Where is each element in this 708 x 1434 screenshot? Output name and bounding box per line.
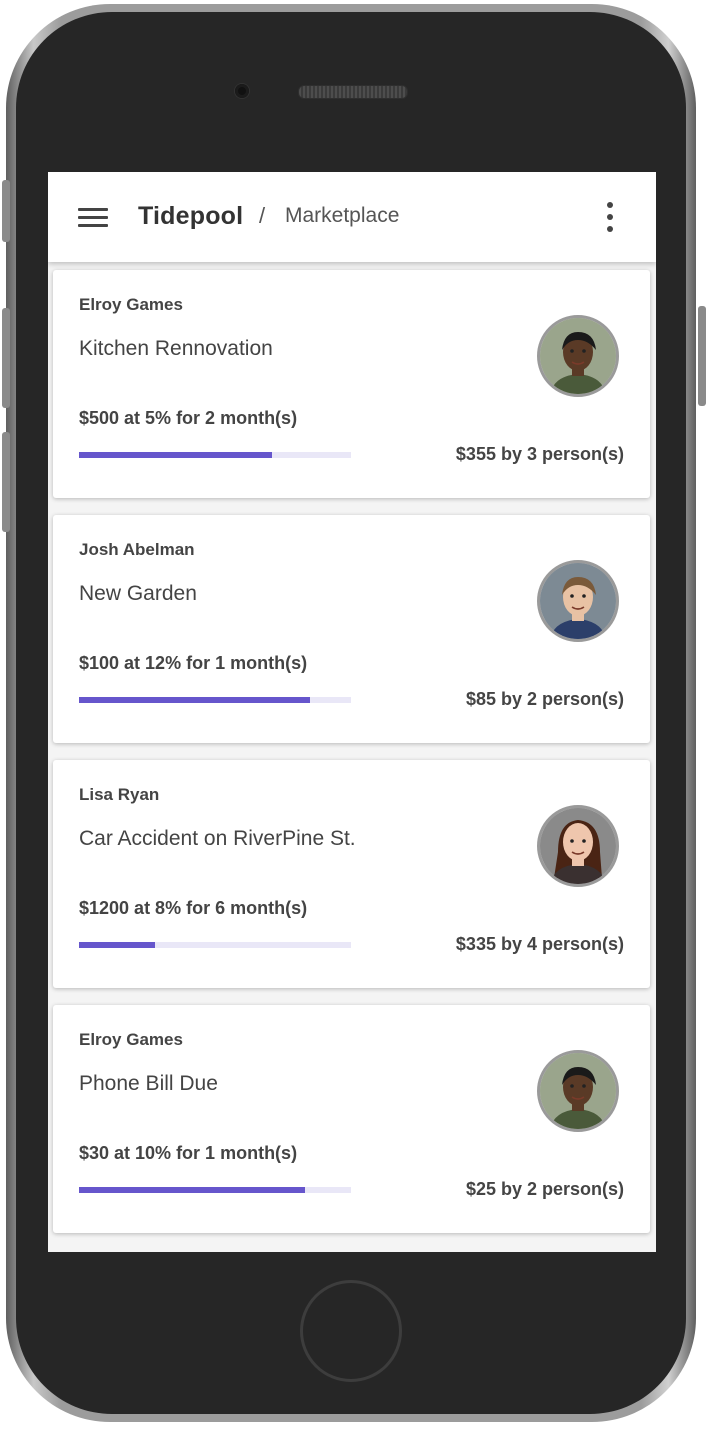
loan-title: New Garden: [79, 582, 197, 605]
funding-progress-fill: [79, 452, 273, 458]
loan-owner[interactable]: Josh Abelman: [79, 540, 195, 560]
loan-card[interactable]: Elroy Games Phone Bill Due $30 at 10% fo…: [53, 1005, 650, 1233]
loan-terms: $100 at 12% for 1 month(s): [79, 653, 308, 673]
loan-raised: $85 by 2 person(s): [465, 689, 624, 709]
funding-progress-fill: [79, 942, 156, 948]
volume-up-button: [2, 308, 10, 408]
loan-terms: $1200 at 8% for 6 month(s): [79, 898, 308, 918]
funding-progress-bar: [79, 697, 351, 703]
avatar[interactable]: [537, 1050, 619, 1132]
loan-title: Phone Bill Due: [79, 1072, 218, 1095]
power-button: [698, 306, 706, 406]
app-screen: Tidepool / Marketplace Elroy Games Kitch…: [48, 172, 656, 1252]
loan-raised: $335 by 4 person(s): [455, 934, 624, 954]
avatar[interactable]: [537, 560, 619, 642]
funding-progress-bar: [79, 452, 351, 458]
loan-title: Car Accident on RiverPine St.: [79, 827, 356, 850]
app-bar: Tidepool / Marketplace: [48, 172, 656, 262]
loan-card[interactable]: Elroy Games Kitchen Rennovation $500 at …: [53, 270, 650, 498]
more-vertical-icon[interactable]: [602, 202, 618, 232]
avatar[interactable]: [537, 805, 619, 887]
loan-terms: $500 at 5% for 2 month(s): [79, 408, 298, 428]
funding-progress-fill: [79, 1187, 305, 1193]
breadcrumb-current: Marketplace: [285, 204, 400, 227]
funding-progress-bar: [79, 1187, 351, 1193]
loan-owner[interactable]: Elroy Games: [79, 1030, 183, 1050]
loan-card[interactable]: Josh Abelman New Garden $100 at 12% for …: [53, 515, 650, 743]
home-button[interactable]: [300, 1280, 402, 1382]
loan-owner[interactable]: Elroy Games: [79, 295, 183, 315]
loan-terms: $30 at 10% for 1 month(s): [79, 1143, 298, 1163]
front-camera-icon: [235, 84, 249, 98]
avatar[interactable]: [537, 315, 619, 397]
funding-progress-fill: [79, 697, 311, 703]
loan-owner[interactable]: Lisa Ryan: [79, 785, 159, 805]
loan-title: Kitchen Rennovation: [79, 337, 273, 360]
speaker-grille: [298, 85, 408, 99]
breadcrumb-separator: /: [259, 203, 266, 228]
loan-raised: $25 by 2 person(s): [465, 1179, 624, 1199]
loan-card[interactable]: Lisa Ryan Car Accident on RiverPine St. …: [53, 760, 650, 988]
funding-progress-bar: [79, 942, 351, 948]
volume-down-button: [2, 432, 10, 532]
side-button: [2, 180, 10, 242]
brand-title[interactable]: Tidepool: [138, 202, 243, 231]
hamburger-menu-icon[interactable]: [78, 206, 108, 228]
loan-raised: $355 by 3 person(s): [455, 444, 624, 464]
